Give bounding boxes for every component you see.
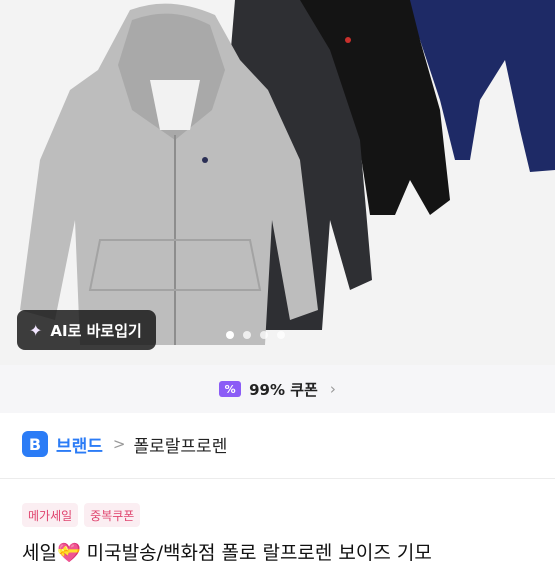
- ai-try-on-button[interactable]: ✦ AI로 바로입기: [17, 310, 156, 350]
- product-tags: 메가세일 중복쿠폰: [22, 503, 141, 527]
- carousel-dot[interactable]: [260, 331, 268, 339]
- carousel-dot[interactable]: [226, 331, 234, 339]
- carousel-dot[interactable]: [277, 331, 285, 339]
- coupon-text: 99% 쿠폰: [249, 380, 318, 399]
- carousel-indicators: [226, 331, 285, 339]
- carousel-dot[interactable]: [243, 331, 251, 339]
- ai-try-on-label: AI로 바로입기: [50, 321, 142, 340]
- product-image-carousel[interactable]: ✦ AI로 바로입기: [0, 0, 555, 365]
- brand-breadcrumb[interactable]: B 브랜드 > 폴로랄프로렌: [22, 430, 227, 458]
- product-title: 세일💝 미국발송/백화점 폴로 랄프로렌 보이즈 기모: [22, 542, 432, 564]
- coupon-ticket-icon: %: [219, 381, 242, 397]
- brand-label[interactable]: 브랜드: [56, 432, 103, 457]
- brand-name-link[interactable]: 폴로랄프로렌: [134, 432, 228, 457]
- tag-mega-sale: 메가세일: [22, 503, 79, 527]
- coupon-banner[interactable]: % 99% 쿠폰 ›: [0, 365, 555, 413]
- tag-duplicate-coupon: 중복쿠폰: [84, 503, 141, 527]
- chevron-right-icon: ›: [329, 380, 336, 398]
- magic-wand-icon: ✦: [29, 320, 43, 340]
- breadcrumb-separator: >: [112, 435, 126, 453]
- brand-badge-icon: B: [22, 431, 48, 457]
- section-divider: [0, 478, 555, 479]
